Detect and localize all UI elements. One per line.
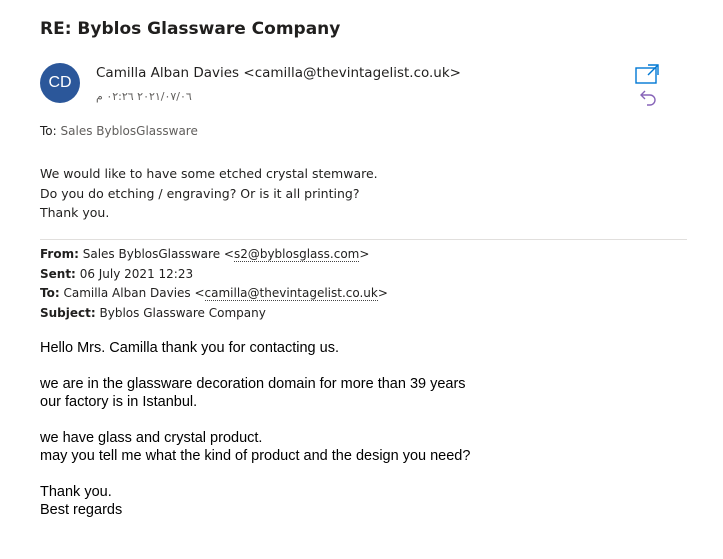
reply-icon[interactable] xyxy=(638,88,658,106)
recipient-name[interactable]: Sales ByblosGlassware xyxy=(61,124,198,138)
reply-line: our factory is in Istanbul. xyxy=(40,394,198,410)
sent-date: ٢٠٢١/٠٧/٠٦ ٠٢:٢٦ م xyxy=(96,90,192,103)
quoted-to-name: Camilla Alban Davies < xyxy=(63,286,205,300)
message-line: Thank you. xyxy=(40,205,110,220)
from-close: > xyxy=(359,247,370,261)
reply-line: Best regards xyxy=(40,502,123,518)
message-line: Do you do etching / engraving? Or is it … xyxy=(40,185,360,201)
sender-name[interactable]: Camilla Alban Davies <camilla@thevintage… xyxy=(96,65,461,81)
avatar[interactable]: CD xyxy=(40,63,80,103)
from-email-link[interactable]: s2@byblosglass.com xyxy=(233,247,360,262)
sent-label: Sent: xyxy=(40,266,76,281)
email-subject: RE: Byblos Glassware Company xyxy=(40,19,341,39)
quoted-sent: Sent: 06 July 2021 12:23 xyxy=(40,265,388,285)
quoted-to-label: To: xyxy=(40,286,60,300)
quote-divider xyxy=(40,239,687,240)
reply-line: may you tell me what the kind of product… xyxy=(40,448,471,464)
reply-line: we have glass and crystal product. xyxy=(40,430,263,446)
quoted-headers: From: Sales ByblosGlassware <s2@byblosgl… xyxy=(40,245,388,323)
subject-value: Byblos Glassware Company xyxy=(99,305,266,320)
recipient-line: To: Sales ByblosGlassware xyxy=(40,124,198,138)
to-label: To: xyxy=(40,124,57,138)
sent-value: 06 July 2021 12:23 xyxy=(79,266,194,281)
from-label: From: xyxy=(40,247,79,261)
message-line: We would like to have some etched crysta… xyxy=(40,166,378,181)
subject-label: Subject: xyxy=(40,305,96,320)
avatar-initials: CD xyxy=(48,74,72,91)
quoted-to: To: Camilla Alban Davies <camilla@thevin… xyxy=(40,284,388,304)
from-name: Sales ByblosGlassware < xyxy=(82,247,234,261)
reply-body: Hello Mrs. Camilla thank you for contact… xyxy=(40,339,470,519)
popout-icon[interactable] xyxy=(634,63,660,85)
quoted-subject: Subject: Byblos Glassware Company xyxy=(40,304,388,324)
message-body: We would like to have some etched crysta… xyxy=(40,164,378,223)
to-email-link[interactable]: camilla@thevintagelist.co.uk xyxy=(204,286,378,301)
reply-line: we are in the glassware decoration domai… xyxy=(40,376,466,392)
reply-line: Thank you. xyxy=(40,484,112,500)
quoted-from: From: Sales ByblosGlassware <s2@byblosgl… xyxy=(40,245,388,265)
to-close: > xyxy=(377,286,388,300)
reply-line: Hello Mrs. Camilla thank you for contact… xyxy=(40,340,339,356)
